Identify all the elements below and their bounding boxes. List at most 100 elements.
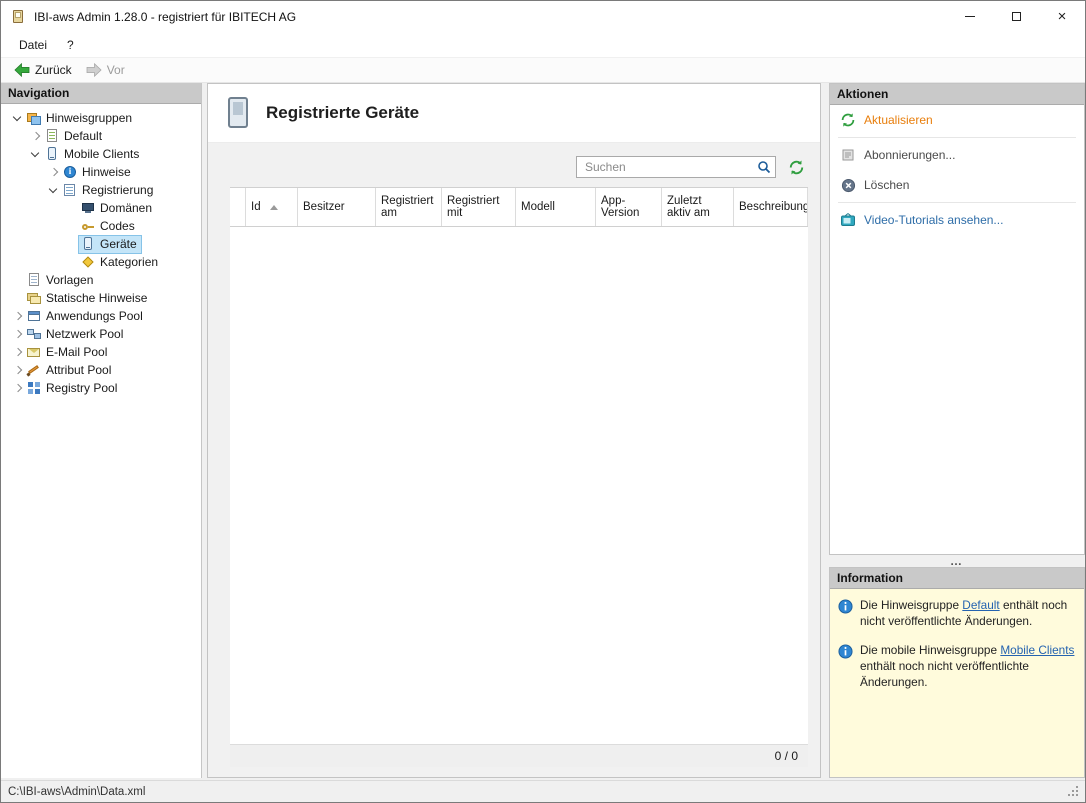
tree-item-hinweisgruppen[interactable]: Hinweisgruppen: [1, 109, 201, 127]
statusbar: C:\IBI-aws\Admin\Data.xml: [1, 780, 1085, 802]
column-label: Zuletzt aktiv am: [667, 195, 728, 219]
chevron-right-icon[interactable]: [9, 308, 25, 324]
chevron-right-icon[interactable]: [9, 380, 25, 396]
tree-item-statische-hinweise[interactable]: Statische Hinweise: [1, 289, 201, 307]
column-header-registriert-mit[interactable]: Registriert mit: [442, 188, 516, 226]
tree-item-label: Netzwerk Pool: [46, 327, 123, 341]
attribute-icon: [26, 362, 42, 378]
action-label: Abonnierungen...: [864, 148, 955, 162]
tree-item-geraete[interactable]: Geräte: [1, 235, 201, 253]
tree-item-email-pool[interactable]: E-Mail Pool: [1, 343, 201, 361]
tree-item-hinweise[interactable]: Hinweise: [1, 163, 201, 181]
page-title: Registrierte Geräte: [266, 103, 419, 123]
column-header-zuletzt-aktiv[interactable]: Zuletzt aktiv am: [662, 188, 734, 226]
info-circle-icon: [838, 599, 853, 630]
window-title: IBI-aws Admin 1.28.0 - registriert für I…: [34, 10, 296, 24]
navigation-tree: Hinweisgruppen Default Mobile Clients Hi…: [1, 104, 201, 778]
actions-header: Aktionen: [830, 84, 1084, 105]
close-button[interactable]: ×: [1039, 1, 1085, 32]
tree-item-anwendungs-pool[interactable]: Anwendungs Pool: [1, 307, 201, 325]
vertical-splitter[interactable]: [821, 83, 829, 780]
column-header-app-version[interactable]: App-Version: [596, 188, 662, 226]
link-mobile-clients-group[interactable]: Mobile Clients: [1000, 643, 1074, 657]
window-controls: ×: [947, 1, 1085, 32]
static-hints-icon: [26, 290, 42, 306]
tree-item-netzwerk-pool[interactable]: Netzwerk Pool: [1, 325, 201, 343]
tree-item-registry-pool[interactable]: Registry Pool: [1, 379, 201, 397]
info-message-default: Die Hinweisgruppe Default enthält noch n…: [838, 598, 1076, 630]
column-label: Modell: [521, 201, 555, 213]
forward-button[interactable]: Vor: [79, 60, 132, 80]
main-panel: Registrierte Geräte: [207, 83, 821, 778]
column-header-registriert-am[interactable]: Registriert am: [376, 188, 442, 226]
action-label: Video-Tutorials ansehen...: [864, 213, 1003, 227]
content-area: Navigation Hinweisgruppen Default Mobile…: [1, 83, 1085, 780]
refresh-icon: [840, 112, 856, 128]
tree-item-registrierung[interactable]: Registrierung: [1, 181, 201, 199]
tree-item-vorlagen[interactable]: Vorlagen: [1, 271, 201, 289]
back-button[interactable]: Zurück: [7, 60, 79, 80]
info-text: Die Hinweisgruppe Default enthält noch n…: [860, 598, 1076, 630]
actions-empty-space: [830, 235, 1084, 554]
expander-placeholder: [9, 290, 25, 306]
tree-item-kategorien[interactable]: Kategorien: [1, 253, 201, 271]
navigation-panel: Navigation Hinweisgruppen Default Mobile…: [1, 83, 202, 778]
information-panel: Information Die Hinweisgruppe Default en…: [829, 567, 1085, 778]
column-label: Registriert am: [381, 195, 436, 219]
column-header-besitzer[interactable]: Besitzer: [298, 188, 376, 226]
info-text: Die mobile Hinweisgruppe Mobile Clients …: [860, 643, 1076, 691]
action-loeschen[interactable]: Löschen: [830, 170, 1084, 200]
chevron-right-icon[interactable]: [9, 326, 25, 342]
refresh-list-button[interactable]: [786, 157, 806, 177]
row-count: 0 / 0: [775, 749, 798, 763]
tree-item-attribut-pool[interactable]: Attribut Pool: [1, 361, 201, 379]
column-header-beschreibung[interactable]: Beschreibung: [734, 188, 808, 226]
tree-item-codes[interactable]: Codes: [1, 217, 201, 235]
chevron-down-icon[interactable]: [27, 146, 43, 162]
action-aktualisieren[interactable]: Aktualisieren: [830, 105, 1084, 135]
chevron-right-icon[interactable]: [9, 344, 25, 360]
tree-item-domaenen[interactable]: Domänen: [1, 199, 201, 217]
chevron-right-icon[interactable]: [45, 164, 61, 180]
app-window: IBI-aws Admin 1.28.0 - registriert für I…: [0, 0, 1086, 803]
action-abonnierungen[interactable]: Abonnierungen...: [830, 140, 1084, 170]
tree-item-label: Registry Pool: [46, 381, 117, 395]
close-icon: ×: [1058, 9, 1067, 24]
action-label: Aktualisieren: [864, 113, 933, 127]
link-default-group[interactable]: Default: [962, 598, 999, 612]
menu-help[interactable]: ?: [57, 35, 84, 55]
column-label: Registriert mit: [447, 195, 510, 219]
menu-datei[interactable]: Datei: [9, 35, 57, 55]
chevron-right-icon[interactable]: [9, 362, 25, 378]
tree-item-mobile-clients[interactable]: Mobile Clients: [1, 145, 201, 163]
minimize-button[interactable]: [947, 1, 993, 32]
horizontal-splitter-handle[interactable]: …: [829, 555, 1085, 567]
table-body-empty: [230, 227, 808, 744]
chevron-down-icon[interactable]: [45, 182, 61, 198]
splitter-dots: …: [950, 558, 964, 564]
search-input[interactable]: [576, 156, 776, 178]
domain-icon: [80, 200, 96, 216]
video-icon: [840, 212, 856, 228]
column-label: Id: [251, 201, 261, 213]
separator: [838, 137, 1076, 138]
network-icon: [26, 326, 42, 342]
column-header-gutter[interactable]: [230, 188, 246, 226]
tree-item-default[interactable]: Default: [1, 127, 201, 145]
device-icon: [80, 236, 96, 252]
column-label: Beschreibung: [739, 201, 808, 213]
resize-grip[interactable]: [1067, 785, 1080, 798]
chevron-down-icon[interactable]: [9, 110, 25, 126]
mobile-phone-icon: [44, 146, 60, 162]
templates-icon: [26, 272, 42, 288]
action-video-tutorials[interactable]: Video-Tutorials ansehen...: [830, 205, 1084, 235]
info-text-prefix: Die mobile Hinweisgruppe: [860, 643, 1000, 657]
maximize-button[interactable]: [993, 1, 1039, 32]
search-box: [576, 156, 776, 178]
tree-item-label: Anwendungs Pool: [46, 309, 143, 323]
column-header-id[interactable]: Id: [246, 188, 298, 226]
table-footer: 0 / 0: [230, 744, 808, 767]
column-header-modell[interactable]: Modell: [516, 188, 596, 226]
chevron-right-icon[interactable]: [27, 128, 43, 144]
search-icon[interactable]: [757, 160, 771, 177]
